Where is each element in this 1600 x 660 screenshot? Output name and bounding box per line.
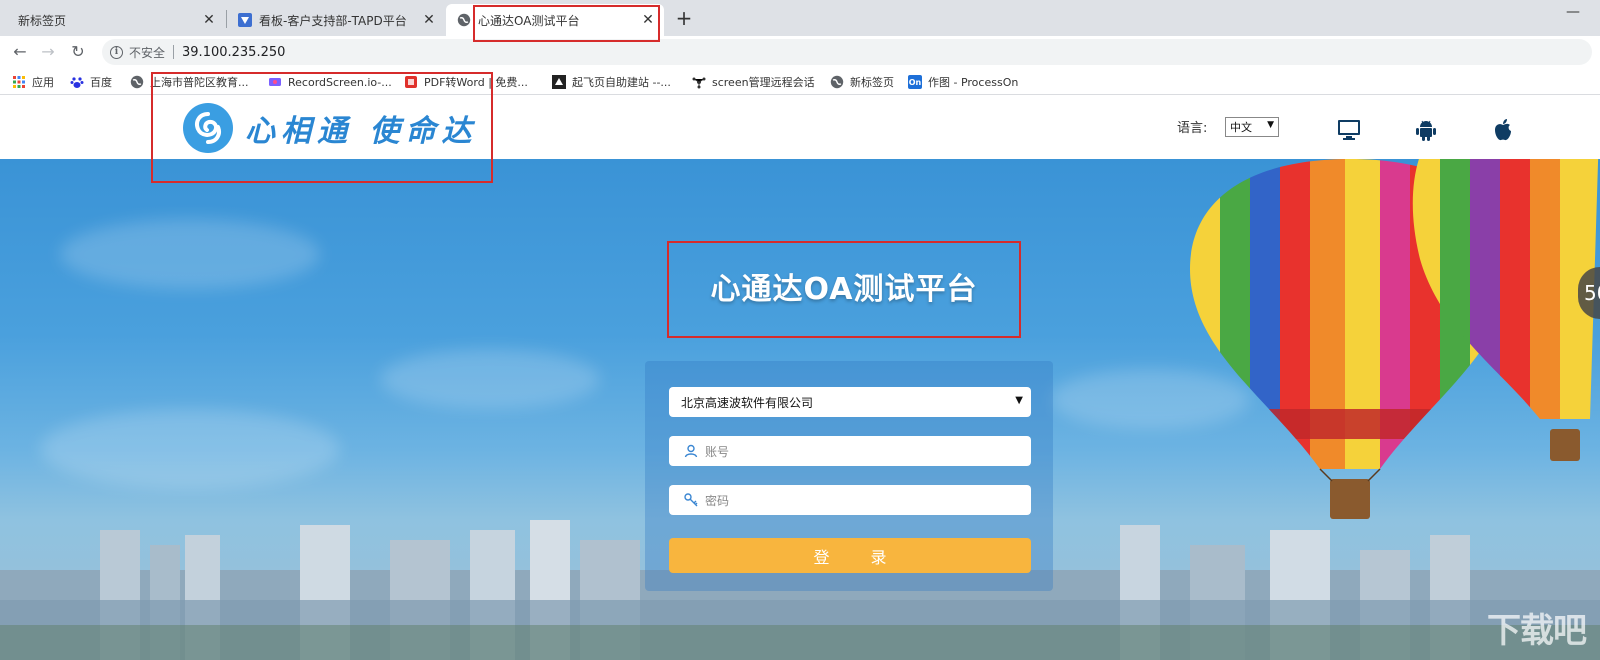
new-tab-button[interactable]: + — [672, 6, 696, 30]
bookmark-label: 百度 — [90, 76, 112, 89]
bookmark-new-tab[interactable]: 新标签页 — [830, 72, 894, 92]
tab-title: 新标签页 — [18, 13, 67, 28]
key-icon — [683, 492, 699, 508]
bookmark-label: 新标签页 — [850, 76, 894, 89]
address-bar[interactable]: i 不安全 39.100.235.250 — [102, 39, 1592, 65]
watermark-logo: 下载吧 — [1487, 611, 1587, 651]
cloud — [60, 219, 320, 289]
bookmark-baidu[interactable]: 百度 — [70, 72, 112, 92]
bookmark-label: 作图 - ProcessOn — [928, 76, 1019, 89]
bookmark-label: 起飞页自助建站 --... — [572, 76, 671, 89]
bookmark-qifeiye[interactable]: 起飞页自助建站 --... — [552, 72, 671, 92]
language-select[interactable]: 中文 ▼ — [1225, 117, 1279, 137]
android-icon[interactable] — [1413, 117, 1439, 143]
apple-icon[interactable] — [1490, 117, 1516, 143]
tapd-favicon-icon — [237, 12, 253, 28]
annotation-box-logo — [151, 72, 493, 183]
login-button[interactable]: 登 录 — [669, 538, 1031, 573]
tab-new-tab[interactable]: 新标签页 ✕ — [0, 4, 225, 36]
cloud — [380, 349, 600, 409]
globe-icon — [456, 12, 472, 28]
bookmark-label: 应用 — [32, 76, 54, 89]
processon-icon: On — [908, 75, 922, 89]
language-label: 语言: — [1177, 121, 1208, 136]
bookmark-screen[interactable]: screen管理远程会话 — [692, 72, 815, 92]
back-button[interactable]: ← — [8, 40, 32, 64]
network-icon — [692, 75, 706, 89]
cloud — [40, 409, 340, 489]
bookmark-processon[interactable]: On 作图 - ProcessOn — [908, 72, 1018, 92]
globe-icon — [830, 75, 844, 89]
baidu-paw-icon — [70, 75, 84, 89]
browser-toolbar: ← → ↻ i 不安全 39.100.235.250 — [0, 36, 1600, 68]
globe-icon — [130, 75, 144, 89]
info-icon[interactable]: i — [110, 45, 123, 59]
annotation-box-title — [667, 241, 1021, 338]
bookmark-apps[interactable]: 应用 — [12, 72, 54, 92]
reload-button[interactable]: ↻ — [66, 40, 90, 64]
company-value: 北京高速波软件有限公司 — [681, 395, 814, 410]
apps-grid-icon — [12, 75, 26, 89]
user-icon — [683, 443, 699, 459]
password-placeholder: 密码 — [705, 493, 730, 508]
hot-air-balloon-second — [1412, 159, 1600, 461]
omnibox-divider — [173, 45, 175, 59]
minimize-button[interactable]: — — [1566, 4, 1580, 20]
company-select[interactable]: 北京高速波软件有限公司 ▼ — [669, 387, 1031, 417]
close-icon[interactable]: ✕ — [421, 12, 437, 28]
password-field[interactable]: 密码 — [669, 485, 1031, 515]
annotation-box-tab — [473, 5, 660, 42]
caret-down-icon: ▼ — [1015, 395, 1023, 406]
username-placeholder: 账号 — [705, 444, 730, 459]
tab-title: 看板-客户支持部-TAPD平台 — [259, 13, 407, 28]
language-value: 中文 — [1230, 121, 1252, 134]
tab-bar: 新标签页 ✕ 看板-客户支持部-TAPD平台 ✕ 心通达OA测试平台 ✕ + — — [0, 0, 1600, 36]
qifeiye-icon — [552, 75, 566, 89]
desktop-icon[interactable] — [1336, 117, 1362, 143]
tab-tapd[interactable]: 看板-客户支持部-TAPD平台 ✕ — [227, 4, 445, 36]
close-icon[interactable]: ✕ — [201, 12, 217, 28]
bookmark-label: screen管理远程会话 — [712, 76, 815, 89]
url-text[interactable]: 39.100.235.250 — [182, 45, 285, 60]
forward-button[interactable]: → — [36, 40, 60, 64]
username-field[interactable]: 账号 — [669, 436, 1031, 466]
hero-banner: 心通达OA测试平台 北京高速波软件有限公司 ▼ 账号 密码 登 录 50 下载吧 — [0, 159, 1600, 660]
caret-down-icon: ▼ — [1267, 120, 1274, 130]
security-status[interactable]: 不安全 — [129, 44, 165, 61]
login-panel: 北京高速波软件有限公司 ▼ 账号 密码 登 录 — [645, 361, 1053, 591]
